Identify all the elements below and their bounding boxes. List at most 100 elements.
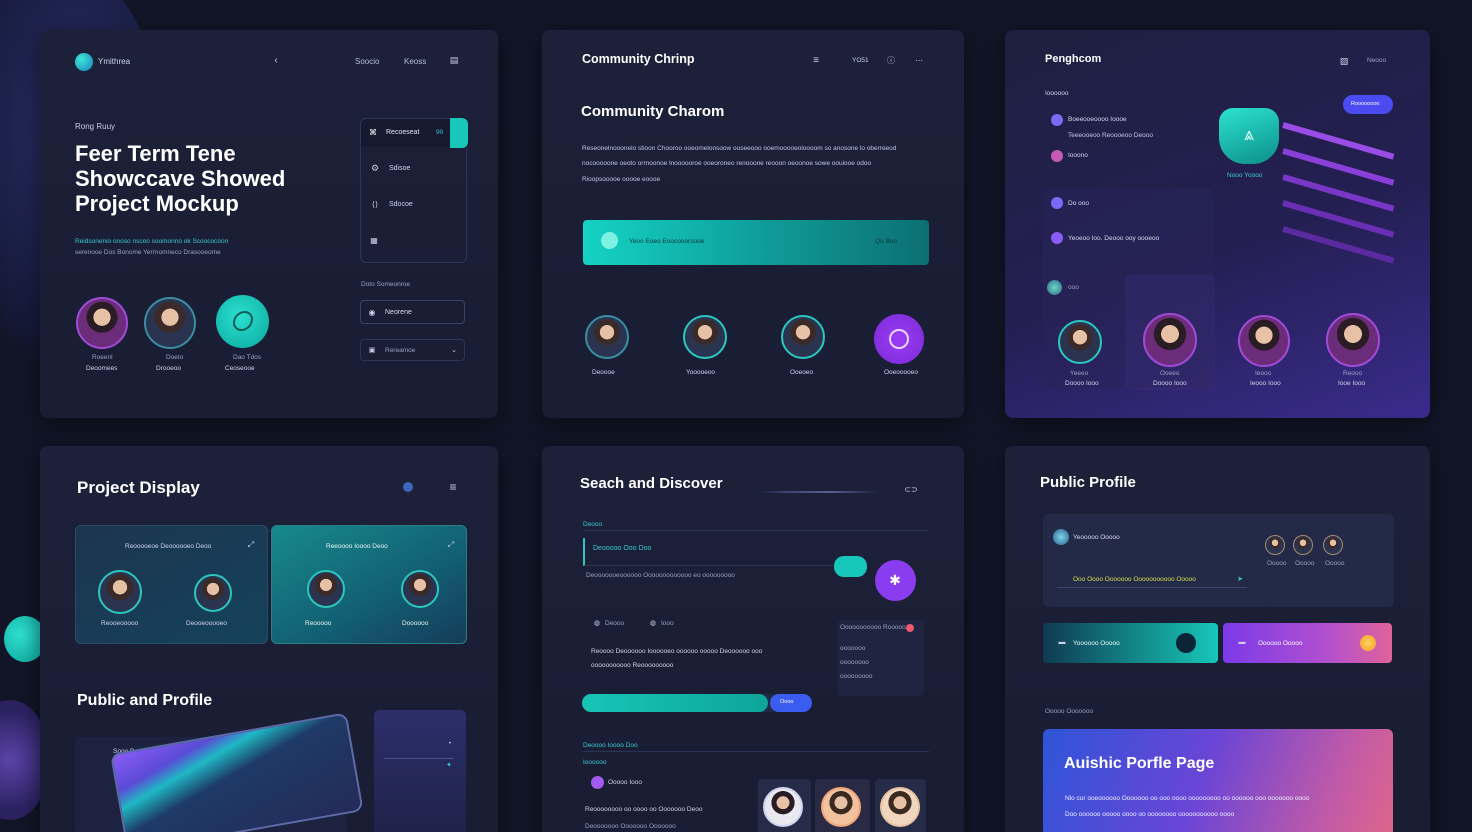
send-icon[interactable]: ➤ — [1235, 574, 1245, 584]
thumb-card-3[interactable] — [875, 779, 926, 832]
avatar-2[interactable] — [683, 315, 727, 359]
tile-1-avatar-1[interactable] — [98, 570, 142, 614]
thumb-card-1[interactable] — [758, 779, 811, 832]
chip-1-label: Deooo — [605, 620, 625, 627]
profile-username: Yeooooo Ooooo — [1073, 534, 1120, 541]
field-1[interactable]: ◉ Neorene — [360, 300, 465, 324]
field-2[interactable]: ▣ Rereamoe ⌄ — [360, 339, 465, 361]
progress-button[interactable]: Oooo — [770, 694, 812, 712]
more-icon[interactable]: ⋯ — [912, 54, 926, 66]
action-button-1[interactable]: ▬ Yoooooo Ooooo — [1043, 623, 1218, 663]
result-row-1[interactable]: Ooooo Iooo — [591, 776, 681, 790]
search-input[interactable]: Deooooo Ooo Doo — [583, 538, 833, 566]
person-4-name: Ooeooooeo — [884, 369, 918, 376]
toggle-icon[interactable]: ⊂⊃ — [902, 484, 920, 494]
brand-name: Ymithrea — [98, 57, 131, 66]
highlight-bar[interactable]: Ooo Oooo Ooooooo Ooooooooooo Ooooo ➤ — [1057, 571, 1247, 588]
shield-badge[interactable]: ⩓ — [1219, 108, 1279, 164]
menu-icon[interactable]: ▤ — [447, 54, 461, 66]
back-arrow-icon[interactable]: ‹ — [270, 54, 282, 66]
project-tile-2[interactable]: Reeoooo Ioooo Deoo ⤢ Reooooo Doooooo — [271, 525, 467, 644]
avatar-placeholder-teal[interactable] — [216, 295, 269, 348]
follower-avatar-1[interactable] — [1265, 535, 1285, 555]
hero-banner[interactable]: Auishic Porfle Page Nlo cur ooeoooooo Oo… — [1043, 729, 1393, 832]
panel-row-3[interactable]: ooo — [1047, 280, 1107, 296]
calendar-icon: ▣ — [368, 347, 376, 354]
menu-item-3[interactable]: ⟨⟩ Sdocoe — [361, 194, 467, 216]
nav-link-1[interactable]: Soocio — [355, 57, 379, 66]
side-list-item-1[interactable]: ooooooo — [840, 645, 865, 652]
menu-note: Doto Someonroe — [361, 281, 411, 288]
fab-button[interactable]: ✱ — [875, 560, 916, 601]
search-hint: Deooooooeoooooo Ooooooooooooo eo ooooooo… — [586, 572, 735, 579]
tile-1-avatar-2[interactable] — [194, 574, 232, 612]
menu-item-2[interactable]: ⚙ Sdisoe — [361, 158, 467, 180]
expand-icon[interactable]: ⤢ — [246, 540, 256, 550]
person-2-name: Doooo Iooo — [1153, 380, 1187, 387]
list-item-1[interactable]: Boeeooeoooo Ioooe — [1051, 113, 1201, 127]
search-button[interactable] — [834, 556, 867, 577]
avatar-2[interactable] — [1143, 313, 1197, 367]
avatar-1[interactable] — [1058, 320, 1102, 364]
person-3-role: Ieooo — [1255, 370, 1272, 377]
section-label: Ooooo Ooooooo — [1045, 708, 1094, 715]
at-icon — [889, 329, 909, 349]
kicker-text: Rong Ruuy — [75, 122, 116, 131]
card-title: Penghcom — [1045, 53, 1102, 65]
avatar-4[interactable] — [1326, 313, 1380, 367]
expand-icon-2[interactable]: ⤢ — [446, 540, 456, 550]
section-label-2: Deoooo Ioooo Doo — [583, 742, 638, 749]
tile-2-avatar-2[interactable] — [401, 570, 439, 608]
avatar-1[interactable] — [76, 297, 128, 349]
tile-2-name-1: Reooooo — [305, 620, 332, 627]
grid-icon[interactable]: ▦ — [369, 235, 379, 245]
side-list-item-2[interactable]: oooooooo — [840, 659, 869, 666]
person-2-role: Doeto — [166, 354, 184, 361]
cta-bar[interactable]: Yeoo Eoeo Eoocooorsooe Qo Boo — [583, 220, 929, 265]
avatar-3[interactable] — [1238, 315, 1290, 367]
avatar-3[interactable] — [781, 315, 825, 359]
blob-icon — [233, 311, 253, 331]
laptop-screen — [110, 712, 364, 832]
nav-link-2[interactable]: Keoss — [404, 57, 426, 66]
follower-avatar-3[interactable] — [1323, 535, 1343, 555]
chip-2[interactable]: ◍ Iooo — [648, 618, 698, 630]
section-title-2: Public and Profile — [77, 692, 213, 709]
info-icon[interactable]: ⓘ — [885, 54, 897, 66]
sparkle-icon: ✦ — [446, 762, 452, 769]
hero-title: Auishic Porfle Page — [1064, 755, 1215, 772]
status-dot-icon — [403, 482, 413, 492]
avatar-1[interactable] — [585, 315, 629, 359]
avatar-2[interactable] — [144, 297, 196, 349]
thumb-card-2[interactable] — [815, 779, 870, 832]
person-1-role: Roeenl — [92, 354, 113, 361]
add-member-button[interactable] — [874, 314, 924, 364]
chip-1[interactable]: ◍ Deooo — [592, 618, 642, 630]
chip-2-icon: ◍ — [649, 620, 657, 627]
star-icon: ✱ — [889, 571, 901, 588]
list-item-3[interactable]: Iooono — [1051, 149, 1201, 163]
follower-avatar-2[interactable] — [1293, 535, 1313, 555]
panel-row-1[interactable]: Do ooo — [1051, 197, 1201, 211]
card-showcase: Ymithrea ‹ Soocio Keoss ▤ Rong Ruuy Feer… — [40, 30, 498, 418]
cta-action: Qo Boo — [875, 238, 898, 245]
section-label: Ioooooo — [1045, 90, 1069, 97]
action-button-2[interactable]: ▬ Oooooo Ooooo — [1223, 623, 1392, 663]
section-label: Deooo — [583, 521, 603, 528]
primary-button[interactable]: Roooooooo — [1343, 95, 1393, 114]
tile-2-avatar-1[interactable] — [307, 570, 345, 608]
progress-fill — [582, 694, 768, 712]
project-tile-1[interactable]: Reooooeoe Deoooooeo Deoo ⤢ Reooeooooo De… — [75, 525, 268, 644]
progress-button-label: Oooo — [780, 699, 794, 705]
side-list: Ooooooooooo Rooooo ooooooo oooooooo oooo… — [838, 620, 924, 696]
image-icon[interactable]: ▨ — [1337, 55, 1351, 67]
menu-lines-icon[interactable]: ≡ — [446, 480, 460, 494]
side-list-item-3[interactable]: ooooooooo — [840, 673, 873, 680]
description-line-1: Reidsonenio onoso nscoo soomonno ok Scoo… — [75, 238, 229, 245]
tab-underline — [760, 491, 878, 493]
progress-bar[interactable]: Oooo — [582, 694, 812, 712]
action-button-2-label: Oooooo Ooooo — [1258, 640, 1303, 647]
panel-row-2[interactable]: Yeoeoo Ioo. Deooo ooy oooeoo — [1051, 232, 1211, 246]
menu-lines-icon[interactable]: ≡ — [809, 54, 823, 66]
stat-label: Nooo Yoooo — [1227, 172, 1263, 179]
